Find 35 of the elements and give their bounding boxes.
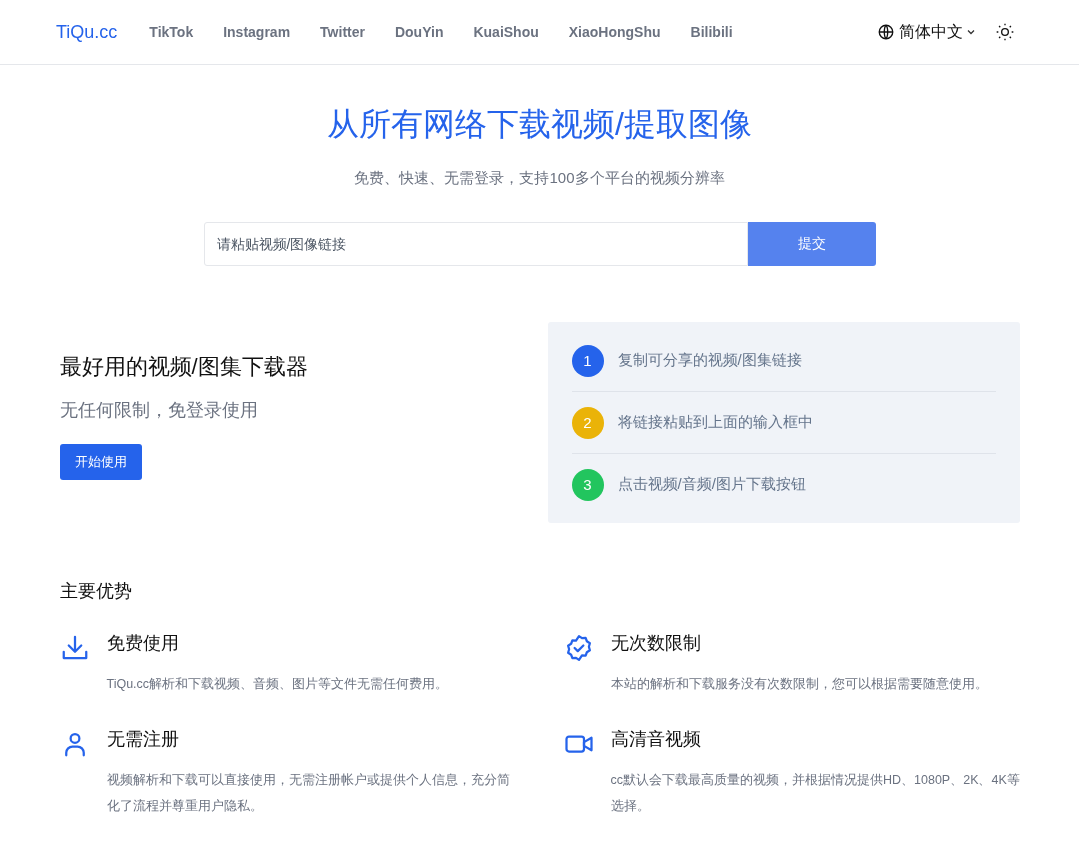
- theme-toggle[interactable]: [995, 22, 1015, 42]
- nav-link[interactable]: DouYin: [394, 24, 444, 40]
- link-input-field[interactable]: 请粘贴视频/图像链接: [203, 222, 748, 266]
- hero-title: 从所有网络下载视频/提取图像: [326, 105, 753, 144]
- nav-link[interactable]: XiaoHongShu: [568, 24, 661, 40]
- nav-link[interactable]: Twitter: [320, 24, 365, 40]
- step-number: 1: [571, 344, 604, 377]
- nav-link[interactable]: Instagram: [223, 24, 291, 40]
- nav-link[interactable]: Bilibili: [690, 24, 733, 40]
- feature-description: 视频解析和下载可以直接使用，无需注册帐户或提供个人信息，充分简化了流程并尊重用户隐私。: [106, 772, 511, 815]
- feature-description: 本站的解析和下载服务没有次数限制，您可以根据需要随意使用。: [610, 676, 989, 693]
- nav-link[interactable]: TikTok: [149, 24, 194, 40]
- caret-icon: [967, 29, 975, 35]
- language-selector[interactable]: 简体中文: [877, 21, 975, 43]
- feature-title: 免费使用: [106, 632, 180, 655]
- step-number: 2: [571, 406, 604, 439]
- step-text: 复制可分享的视频/图集链接: [617, 351, 802, 370]
- intro-subtitle: 无任何限制，免登录使用: [59, 399, 259, 422]
- feature-title: 无次数限制: [610, 632, 702, 655]
- feature-title: 无需注册: [106, 728, 180, 751]
- site-logo[interactable]: TiQu.cc: [56, 21, 118, 43]
- step-text: 点击视频/音频/图片下载按钮: [617, 475, 806, 494]
- feature-description: TiQu.cc解析和下载视频、音频、图片等文件无需任何费用。: [106, 676, 450, 693]
- step-text: 将链接粘贴到上面的输入框中: [617, 413, 813, 432]
- feature-title: 高清音视频: [610, 728, 702, 751]
- intro-title: 最好用的视频/图集下载器: [59, 353, 308, 381]
- hero-subtitle: 免费、快速、无需登录，支持100多个平台的视频分辨率: [353, 169, 726, 188]
- feature-description: cc默认会下载最高质量的视频，并根据情况提供HD、1080P、2K、4K等选择。: [610, 772, 1021, 815]
- start-button[interactable]: 开始使用: [59, 444, 142, 480]
- nav-link[interactable]: KuaiShou: [473, 24, 539, 40]
- step-number: 3: [571, 468, 604, 501]
- section-title: 主要优势: [59, 580, 133, 603]
- sun-icon: [995, 22, 1015, 42]
- submit-button[interactable]: 提交: [747, 222, 876, 266]
- globe-icon: [877, 23, 895, 41]
